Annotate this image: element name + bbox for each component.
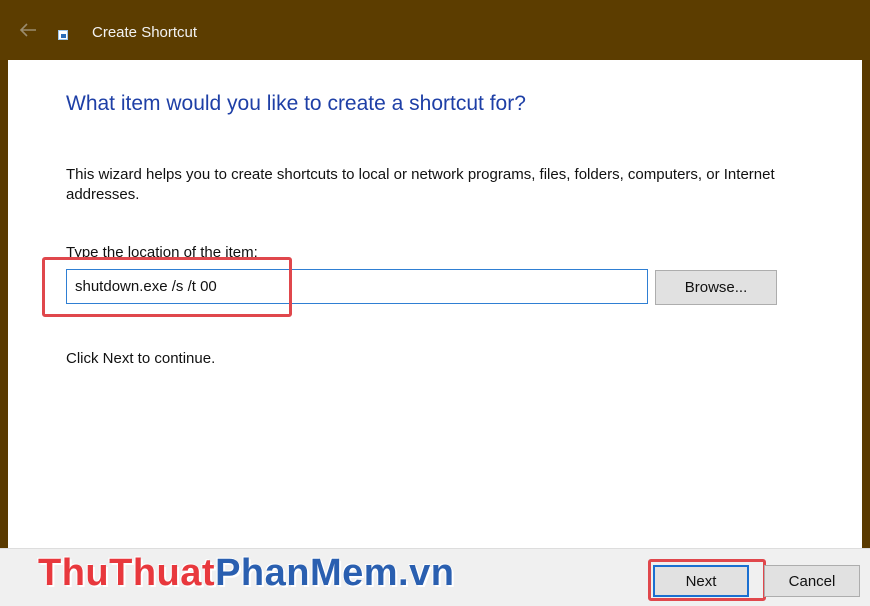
create-shortcut-window: Create Shortcut What item would you like… [0, 0, 870, 606]
shortcut-app-icon [58, 30, 68, 40]
continue-hint: Click Next to continue. [66, 350, 216, 367]
back-button[interactable] [14, 19, 42, 41]
location-input[interactable] [66, 269, 648, 304]
title-bar: Create Shortcut [0, 0, 870, 60]
location-label: Type the location of the item: [66, 244, 258, 261]
wizard-description: This wizard helps you to create shortcut… [66, 166, 775, 203]
next-button[interactable]: Next [653, 565, 749, 597]
browse-button[interactable]: Browse... [655, 270, 777, 305]
back-arrow-icon [19, 23, 36, 37]
wizard-heading: What item would you like to create a sho… [66, 92, 526, 115]
window-title: Create Shortcut [92, 24, 198, 41]
cancel-button[interactable]: Cancel [764, 565, 860, 597]
